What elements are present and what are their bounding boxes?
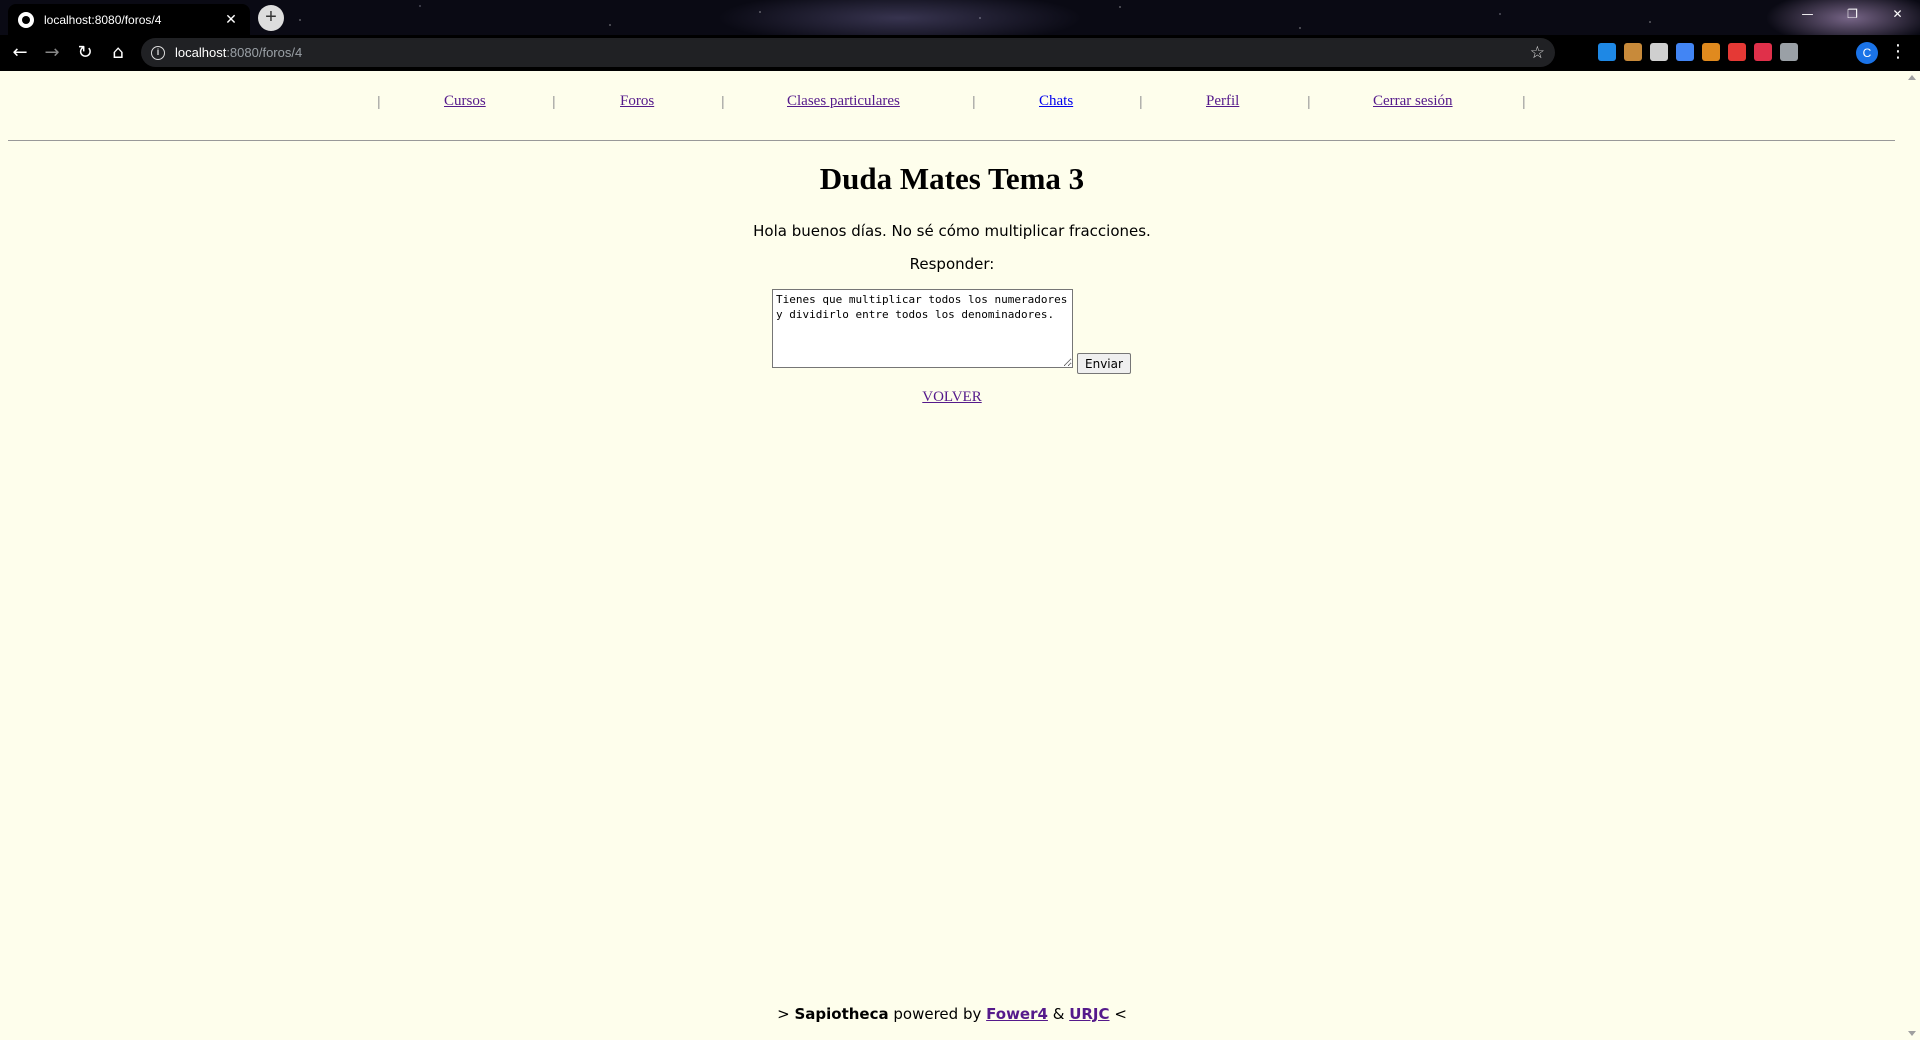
footer-brand: Sapiotheca xyxy=(794,1005,889,1023)
forward-arrow-icon[interactable]: → xyxy=(40,41,64,65)
new-tab-button[interactable]: + xyxy=(258,5,284,31)
vertical-scrollbar[interactable] xyxy=(1904,71,1920,1040)
page-title: Duda Mates Tema 3 xyxy=(819,161,1085,196)
nav-separator: | xyxy=(1139,93,1143,109)
browser-tab[interactable]: localhost:8080/foros/4 ✕ xyxy=(8,4,250,35)
footer: > Sapiotheca powered by Fower4 & URJC < xyxy=(0,1005,1904,1023)
puzzle-extensions-icon[interactable] xyxy=(1780,43,1798,61)
footer-link-urjc[interactable]: URJC xyxy=(1069,1005,1109,1023)
nav-separator: | xyxy=(1307,93,1311,109)
nav-separator: | xyxy=(377,93,381,109)
nav-separator: | xyxy=(972,93,976,109)
scroll-up-arrow-icon[interactable] xyxy=(1908,75,1916,80)
url-text[interactable]: localhost:8080/foros/4 xyxy=(175,45,1530,60)
footer-prefix: > xyxy=(777,1005,790,1023)
minimize-icon[interactable]: — xyxy=(1785,0,1830,28)
kebab-menu-icon[interactable]: ⋮ xyxy=(1888,41,1908,62)
address-bar[interactable]: i localhost:8080/foros/4 ☆ xyxy=(141,38,1555,67)
browser-tab-strip: localhost:8080/foros/4 ✕ + — ❐ ✕ xyxy=(0,0,1920,35)
nav-link-chats[interactable]: Chats xyxy=(1039,93,1073,110)
restore-icon[interactable]: ❐ xyxy=(1830,0,1875,28)
footer-link-fower4[interactable]: Fower4 xyxy=(986,1005,1048,1023)
post-body: Hola buenos días. No sé cómo multiplicar… xyxy=(753,222,1151,240)
translate-extension-icon[interactable] xyxy=(1676,43,1694,61)
footer-amp: & xyxy=(1052,1005,1065,1023)
home-icon[interactable]: ⌂ xyxy=(106,41,130,65)
scroll-down-arrow-icon[interactable] xyxy=(1908,1031,1916,1036)
back-link[interactable]: VOLVER xyxy=(922,389,981,405)
extensions-row xyxy=(1598,43,1798,61)
back-arrow-icon[interactable]: ← xyxy=(8,41,32,65)
profile-avatar[interactable]: C xyxy=(1856,42,1878,64)
mail-extension-icon[interactable] xyxy=(1728,43,1746,61)
extension-icon[interactable] xyxy=(1702,43,1720,61)
nav-link-cerrar-sesion[interactable]: Cerrar sesión xyxy=(1373,93,1453,110)
nav-separator: | xyxy=(721,93,725,109)
nav-link-foros[interactable]: Foros xyxy=(620,93,654,110)
tab-title: localhost:8080/foros/4 xyxy=(44,12,162,27)
send-button[interactable]: Enviar xyxy=(1077,353,1131,374)
footer-suffix: < xyxy=(1114,1005,1127,1023)
back-link-container: VOLVER xyxy=(0,389,1904,406)
extension-icon[interactable] xyxy=(1754,43,1772,61)
close-tab-icon[interactable]: ✕ xyxy=(222,12,240,28)
nav-link-perfil[interactable]: Perfil xyxy=(1206,93,1239,110)
nav-link-cursos[interactable]: Cursos xyxy=(444,93,486,110)
bookmark-star-icon[interactable]: ☆ xyxy=(1530,43,1545,63)
extension-icon[interactable] xyxy=(1624,43,1642,61)
nav-link-clases-particulares[interactable]: Clases particulares xyxy=(787,93,900,110)
info-icon[interactable]: i xyxy=(151,45,165,60)
download-extension-icon[interactable] xyxy=(1598,43,1616,61)
reply-label: Responder: xyxy=(909,255,995,273)
close-window-icon[interactable]: ✕ xyxy=(1875,0,1920,28)
main-nav: | Cursos | Foros | Clases particulares |… xyxy=(0,93,1920,117)
nav-separator: | xyxy=(1522,93,1526,109)
reply-textarea[interactable]: Tienes que multiplicar todos los numerad… xyxy=(772,289,1073,368)
footer-powered: powered by xyxy=(893,1005,982,1023)
reload-icon[interactable]: ↻ xyxy=(73,41,97,65)
nav-separator: | xyxy=(552,93,556,109)
lightbulb-extension-icon[interactable] xyxy=(1650,43,1668,61)
globe-icon xyxy=(18,11,34,28)
nav-divider xyxy=(8,140,1895,141)
browser-toolbar: ← → ↻ ⌂ i localhost:8080/foros/4 ☆ C ⋮ xyxy=(0,35,1920,71)
page-content: | Cursos | Foros | Clases particulares |… xyxy=(0,71,1920,1040)
